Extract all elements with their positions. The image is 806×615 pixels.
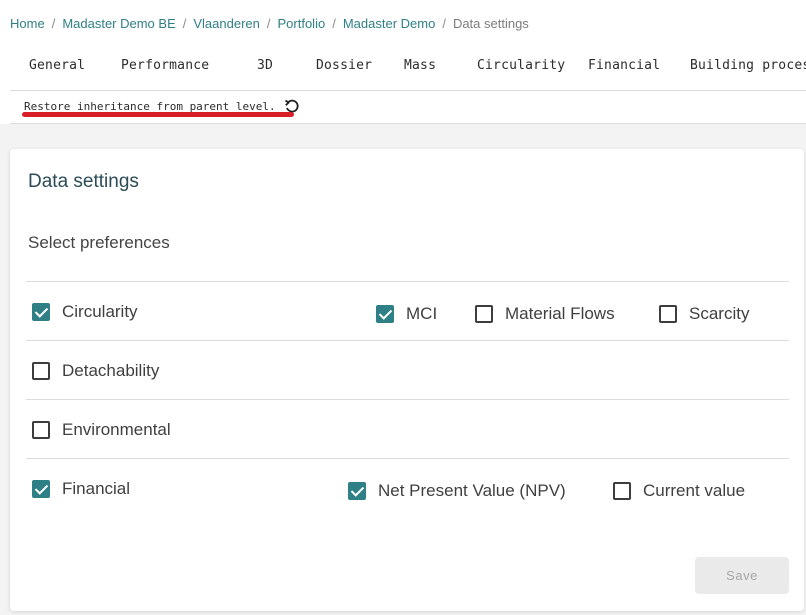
tab-dossier[interactable]: Dossier [316,58,372,73]
checkbox-checked-icon [32,480,50,498]
card-title: Data settings [28,171,139,192]
save-button[interactable]: Save [695,557,789,594]
select-preferences-label: Select preferences [28,233,170,252]
tab-performance[interactable]: Performance [121,58,209,73]
breadcrumb: Home / Madaster Demo BE / Vlaanderen / Portfol… [10,16,529,31]
tab-divider [10,90,806,91]
scarcity-checkbox[interactable]: Scarcity [659,304,749,324]
top-navigation: Home / Madaster Demo BE / Vlaanderen / Portfol… [0,0,806,124]
breadcrumb-vlaanderen[interactable]: Vlaanderen [193,16,260,31]
breadcrumb-separator: / [182,16,187,31]
detachability-label: Detachability [62,361,160,380]
breadcrumb-separator: / [442,16,446,31]
header-divider [10,123,806,124]
preference-row-financial: Financial Net Present Value (NPV) Curren… [26,458,789,517]
restore-inheritance-label: Restore inheritance from parent level. [24,99,276,113]
npv-label: Net Present Value (NPV) [378,481,566,500]
checkbox-checked-icon [348,482,366,500]
breadcrumb-home[interactable]: Home [10,16,45,31]
tab-building-process[interactable]: Building process [690,58,806,73]
tab-bar: General Performance 3D Dossier Mass Circ… [0,58,806,78]
preference-row-circularity: Circularity MCI Material Flows Scarcity [26,281,789,340]
material-flows-label: Material Flows [505,304,615,323]
checkbox-unchecked-icon [613,482,631,500]
checkbox-unchecked-icon [32,362,50,380]
mci-label: MCI [406,304,438,323]
mci-checkbox[interactable]: MCI [376,304,437,324]
checkbox-unchecked-icon [32,421,50,439]
material-flows-checkbox[interactable]: Material Flows [475,304,615,324]
financial-checkbox[interactable]: Financial [32,479,130,499]
tab-financial[interactable]: Financial [588,58,660,73]
tab-3d[interactable]: 3D [257,58,273,73]
tab-general[interactable]: General [29,58,85,73]
breadcrumb-current: Data settings [452,16,529,31]
data-settings-card: Data settings Select preferences Circula… [10,149,804,611]
tab-mass[interactable]: Mass [404,58,436,73]
npv-checkbox[interactable]: Net Present Value (NPV) [348,481,566,501]
current-value-label: Current value [643,481,746,500]
preference-row-detachability: Detachability [26,340,789,399]
checkbox-unchecked-icon [475,305,493,323]
circularity-label: Circularity [62,302,138,321]
breadcrumb-portfolio[interactable]: Portfolio [278,16,326,31]
tab-circularity[interactable]: Circularity [477,58,565,73]
checkbox-checked-icon [32,303,50,321]
highlight-underline [22,112,294,117]
checkbox-unchecked-icon [659,305,677,323]
financial-label: Financial [62,479,131,498]
breadcrumb-madaster-demo[interactable]: Madaster Demo [343,16,435,31]
detachability-checkbox[interactable]: Detachability [32,361,159,381]
breadcrumb-separator: / [266,16,271,31]
scarcity-label: Scarcity [689,304,750,323]
checkbox-checked-icon [376,305,394,323]
breadcrumb-separator: / [51,16,56,31]
circularity-checkbox[interactable]: Circularity [32,302,138,322]
breadcrumb-separator: / [332,16,336,31]
environmental-label: Environmental [62,420,171,439]
environmental-checkbox[interactable]: Environmental [32,420,171,440]
current-value-checkbox[interactable]: Current value [613,481,745,501]
preference-row-environmental: Environmental [26,399,789,458]
breadcrumb-demo-be[interactable]: Madaster Demo BE [62,16,175,31]
